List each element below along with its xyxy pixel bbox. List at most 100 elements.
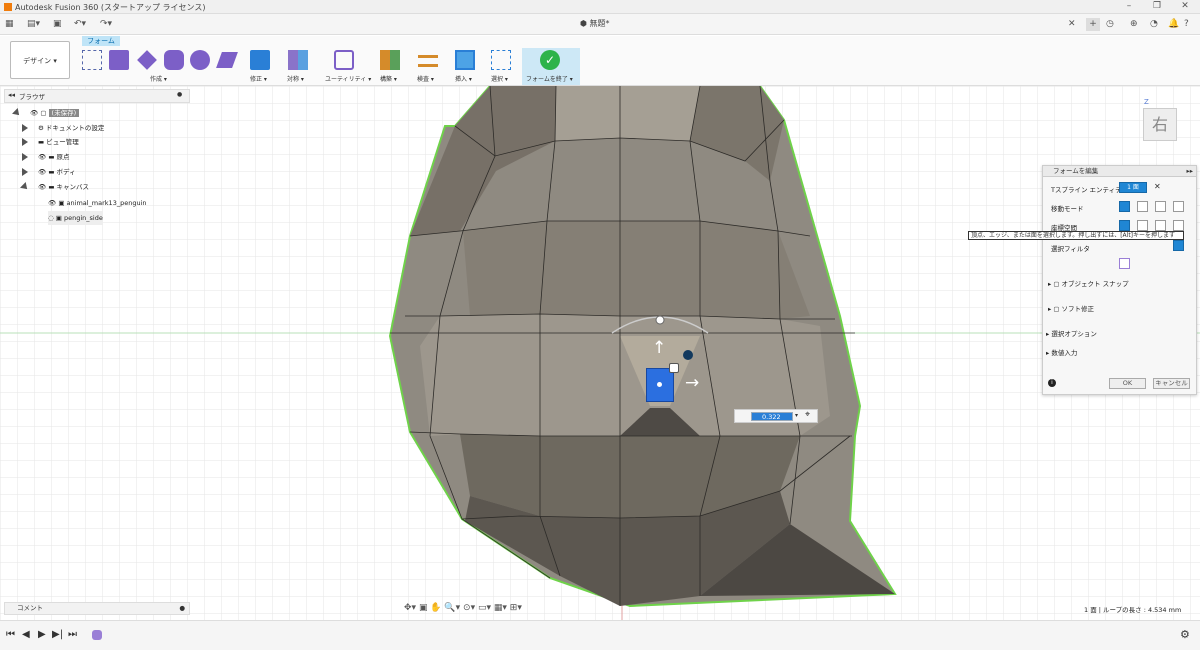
close-icon[interactable]: ✕ <box>1178 1 1192 12</box>
arrow-up-icon[interactable]: ↑ <box>652 338 666 358</box>
move-center-handle[interactable] <box>657 382 662 387</box>
select-group-label[interactable]: 選択 ▾ <box>491 74 508 83</box>
look-at-icon[interactable]: ▣ <box>419 603 428 613</box>
rotate-icon[interactable] <box>1155 201 1166 212</box>
cylinder-icon[interactable] <box>164 50 184 70</box>
arrow-right-icon[interactable]: → <box>685 373 699 393</box>
grid-settings-icon[interactable]: ▦▾ <box>494 603 507 613</box>
expand-icon[interactable] <box>22 168 28 176</box>
filter-body-icon[interactable] <box>1119 258 1130 269</box>
undo-icon[interactable]: ↶▾ <box>74 18 86 31</box>
viewport[interactable]: ↑ → ▾ ⌖ 右 Z <box>0 86 1200 620</box>
job-status-icon[interactable]: ◔ <box>1150 18 1158 31</box>
document-tab[interactable]: ⬢ 無題* <box>580 18 610 29</box>
tab-form[interactable]: フォーム <box>82 36 120 46</box>
finish-form-label[interactable]: フォームを終了 ▾ <box>526 74 573 83</box>
extensions-icon[interactable]: ⊕ <box>1130 18 1138 31</box>
scale-icon[interactable] <box>1173 201 1184 212</box>
expand-icon[interactable] <box>22 124 28 132</box>
sphere-icon[interactable] <box>190 50 210 70</box>
timeline-settings-icon[interactable]: ⚙ <box>1180 628 1190 641</box>
display-settings-icon[interactable]: ▭▾ <box>478 603 491 613</box>
file-menu-icon[interactable]: ▤▾ <box>27 18 40 31</box>
create-group-label[interactable]: 作成 ▾ <box>150 74 167 83</box>
add-comment-icon[interactable]: ● <box>179 603 185 614</box>
pin-icon[interactable]: ● <box>177 91 182 98</box>
ok-button[interactable]: OK <box>1109 378 1146 389</box>
dropdown-arrow-icon[interactable]: ▾ <box>795 412 798 419</box>
section-selection-options[interactable]: ▸ 選択オプション <box>1046 328 1097 338</box>
form-feature-icon[interactable] <box>92 630 102 640</box>
close-doc-icon[interactable]: ✕ <box>1068 18 1076 31</box>
workspace-switcher[interactable]: デザイン ▾ <box>10 41 70 79</box>
step-back-icon[interactable]: ◀ <box>22 629 30 640</box>
options-icon[interactable]: ⌖ <box>805 410 810 420</box>
viewcube[interactable]: 右 <box>1143 108 1177 141</box>
cube-icon[interactable] <box>109 50 129 70</box>
insert-image-icon[interactable] <box>455 50 475 70</box>
world-space-icon[interactable] <box>1119 220 1130 231</box>
create-box-icon[interactable] <box>82 50 102 70</box>
filter-face-icon[interactable] <box>1173 240 1184 251</box>
symmetry-group-label[interactable]: 対称 ▾ <box>287 74 304 83</box>
utilities-group-label[interactable]: ユーティリティ ▾ <box>325 74 371 83</box>
symmetry-icon[interactable] <box>288 50 308 70</box>
redo-icon[interactable]: ↷▾ <box>100 18 112 31</box>
cancel-button[interactable]: キャンセル <box>1153 378 1190 389</box>
expand-icon[interactable] <box>20 182 30 192</box>
construct-group-label[interactable]: 構築 ▾ <box>380 74 397 83</box>
finish-check-icon[interactable]: ✓ <box>540 50 560 70</box>
plane-icon[interactable] <box>137 50 157 70</box>
zoom-icon[interactable]: 🔍▾ <box>444 603 460 613</box>
tree-canvas-penguin[interactable]: 👁 ▣ animal_mark13_penguin <box>48 196 147 210</box>
translate-icon[interactable] <box>1137 201 1148 212</box>
select-icon[interactable] <box>491 50 511 70</box>
minimize-icon[interactable]: – <box>1122 1 1136 12</box>
plane-handle-icon[interactable] <box>669 363 679 373</box>
tree-bodies[interactable]: 👁 ▬ ボディ <box>22 165 76 179</box>
help-icon[interactable]: ? <box>1184 18 1189 31</box>
viewports-icon[interactable]: ⊞▾ <box>510 603 522 613</box>
move-distance-input[interactable] <box>751 412 793 421</box>
section-soft-modify[interactable]: ▸ ▢ ソフト修正 <box>1048 303 1094 313</box>
rotate-handle-icon[interactable] <box>683 350 693 360</box>
tree-root[interactable]: 👁 ▢ (未保存) <box>12 106 80 120</box>
tree-origin[interactable]: 👁 ▬ 原点 <box>22 150 70 164</box>
insert-group-label[interactable]: 挿入 ▾ <box>455 74 472 83</box>
play-icon[interactable]: ▶ <box>38 629 46 640</box>
clear-selection-icon[interactable]: ✕ <box>1154 182 1161 191</box>
info-icon[interactable]: i <box>1048 379 1056 387</box>
custom-space-icon[interactable] <box>1173 220 1184 231</box>
expand-panel-icon[interactable]: ▸▸ <box>1186 166 1193 177</box>
step-forward-icon[interactable]: ▶| <box>52 629 63 640</box>
save-icon[interactable]: ▣ <box>53 18 62 31</box>
tree-canvases[interactable]: 👁 ▬ キャンバス <box>20 180 89 194</box>
inspect-group-label[interactable]: 検査 ▾ <box>417 74 434 83</box>
view-space-icon[interactable] <box>1137 220 1148 231</box>
history-icon[interactable]: ◷ <box>1106 18 1114 31</box>
section-object-snap[interactable]: ▸ ▢ オブジェクト スナップ <box>1048 278 1129 288</box>
torus-icon[interactable] <box>216 52 238 68</box>
tree-named-views[interactable]: ▬ ビュー管理 <box>22 135 79 149</box>
fit-icon[interactable]: ⊙▾ <box>463 603 475 613</box>
construct-icon[interactable] <box>380 50 400 70</box>
notifications-icon[interactable]: 🔔 <box>1168 18 1179 31</box>
pan-icon[interactable]: ✋ <box>430 603 441 613</box>
new-tab-icon[interactable]: + <box>1086 18 1100 31</box>
go-to-start-icon[interactable]: ⏮ <box>6 629 15 640</box>
tree-canvas-side[interactable]: ◌ ▣ pengin_side <box>48 211 103 225</box>
utilities-icon[interactable] <box>334 50 354 70</box>
restore-icon[interactable]: ❐ <box>1150 1 1164 12</box>
app-grid-icon[interactable]: ▦ <box>5 18 14 31</box>
expand-icon[interactable] <box>22 153 28 161</box>
modify-group-label[interactable]: 修正 ▾ <box>250 74 267 83</box>
multi-move-icon[interactable] <box>1119 201 1130 212</box>
expand-icon[interactable] <box>12 108 22 118</box>
go-to-end-icon[interactable]: ⏭ <box>68 629 77 640</box>
inspect-icon[interactable] <box>418 55 438 67</box>
local-space-icon[interactable] <box>1155 220 1166 231</box>
collapse-icon[interactable]: ◂◂ <box>8 91 15 99</box>
tree-doc-settings[interactable]: ⚙ ドキュメントの設定 <box>22 121 104 135</box>
modify-icon[interactable] <box>250 50 270 70</box>
entity-selector[interactable]: 1 面 <box>1119 182 1147 193</box>
